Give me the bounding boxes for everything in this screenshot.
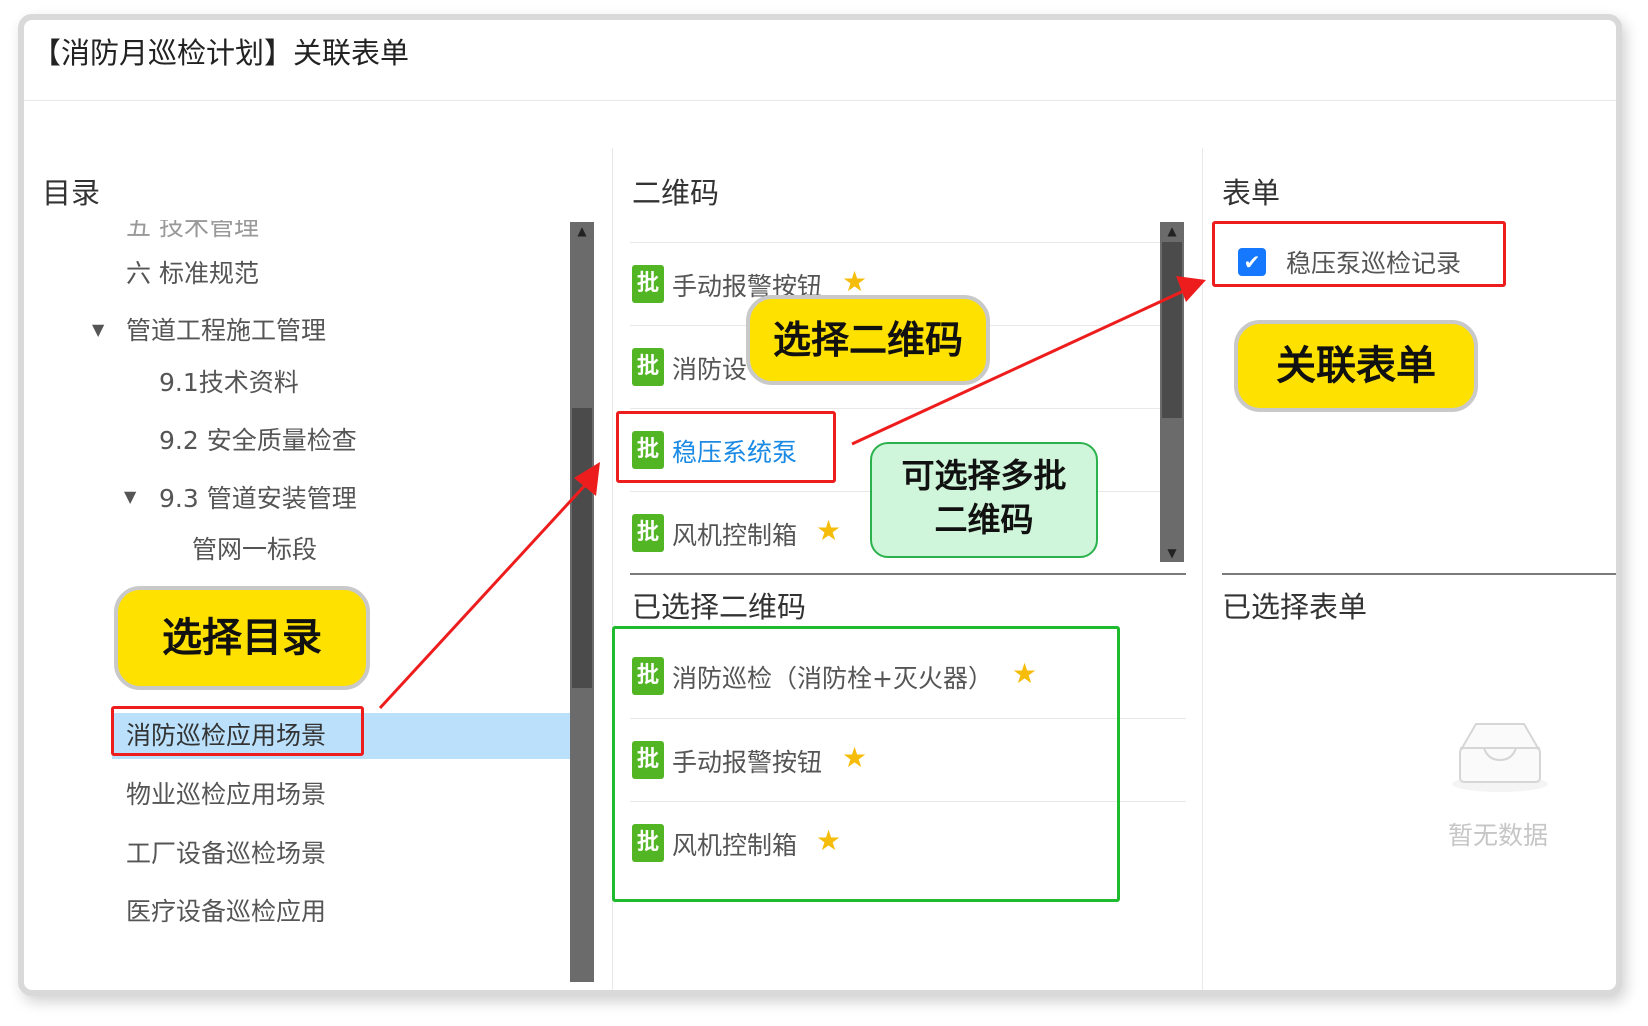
star-icon[interactable]: ★ xyxy=(816,514,841,547)
callout-multi-line2: 二维码 xyxy=(934,500,1034,539)
tree-item-9-1[interactable]: 9.1技术资料 xyxy=(159,360,299,406)
empty-inbox-icon xyxy=(1452,723,1548,792)
callout-link-form: 关联表单 xyxy=(1234,320,1478,412)
batch-badge: 批 xyxy=(632,514,664,552)
tree-item-technical-management[interactable]: 五 技术管理 xyxy=(126,220,259,250)
callout-multi-select: 可选择多批 二维码 xyxy=(870,442,1098,558)
highlight-form xyxy=(1212,221,1506,287)
section-divider xyxy=(630,573,1186,575)
highlight-catalog xyxy=(111,706,364,756)
empty-text: 暂无数据 xyxy=(1448,821,1549,850)
highlight-selected-qrcodes xyxy=(612,626,1120,902)
form-title: 表单 xyxy=(1222,176,1281,210)
scroll-up-icon[interactable]: ▲ xyxy=(570,224,594,238)
star-icon[interactable]: ★ xyxy=(842,265,867,298)
qrcode-scrollbar[interactable]: ▲ ▼ xyxy=(1160,222,1184,562)
qrcode-label: 消防设 xyxy=(672,355,748,384)
qrcode-title: 二维码 xyxy=(632,176,720,210)
batch-badge: 批 xyxy=(632,265,664,303)
qrcode-scroll-thumb[interactable] xyxy=(1162,242,1182,418)
tree-item-9-2[interactable]: 9.2 安全质量检查 xyxy=(159,418,357,464)
callout-select-catalog: 选择目录 xyxy=(114,586,370,690)
tree-item-factory-inspection[interactable]: 工厂设备巡检场景 xyxy=(126,831,326,877)
section-divider xyxy=(1222,573,1616,575)
highlight-qrcode xyxy=(616,411,836,483)
dialog-title: 【消防月巡检计划】关联表单 xyxy=(32,36,410,70)
batch-badge: 批 xyxy=(632,348,664,386)
selected-qrcode-title: 已选择二维码 xyxy=(632,590,807,624)
title-divider xyxy=(24,100,1616,101)
scroll-down-icon[interactable]: ▼ xyxy=(1160,546,1184,560)
tree-item-standards[interactable]: 六 标准规范 xyxy=(126,251,259,297)
catalog-title: 目录 xyxy=(42,176,101,210)
callout-multi-line1: 可选择多批 xyxy=(901,456,1067,495)
tree-item-medical-inspection[interactable]: 医疗设备巡检应用 xyxy=(126,889,326,935)
catalog-scrollbar[interactable]: ▲ xyxy=(570,222,594,982)
tree-item-9-3[interactable]: 9.3 管道安装管理 xyxy=(159,476,357,522)
tree-item-property-inspection[interactable]: 物业巡检应用场景 xyxy=(126,772,326,818)
caret-down-icon[interactable]: ▼ xyxy=(124,487,136,506)
tree-item-pipe-network[interactable]: 管网一标段 xyxy=(192,527,317,573)
tree-item-pipeline-construction[interactable]: 管道工程施工管理 xyxy=(126,308,326,354)
scroll-up-icon[interactable]: ▲ xyxy=(1160,224,1184,238)
callout-select-qrcode: 选择二维码 xyxy=(746,295,990,385)
catalog-scroll-thumb[interactable] xyxy=(572,408,592,688)
qrcode-label: 风机控制箱 xyxy=(672,521,798,550)
column-divider xyxy=(1202,148,1203,990)
selected-form-title: 已选择表单 xyxy=(1222,590,1368,624)
caret-down-icon[interactable]: ▼ xyxy=(92,320,104,339)
catalog-tree: 五 技术管理 六 标准规范 ▼ 管道工程施工管理 9.1技术资料 9.2 安全质… xyxy=(24,220,592,950)
